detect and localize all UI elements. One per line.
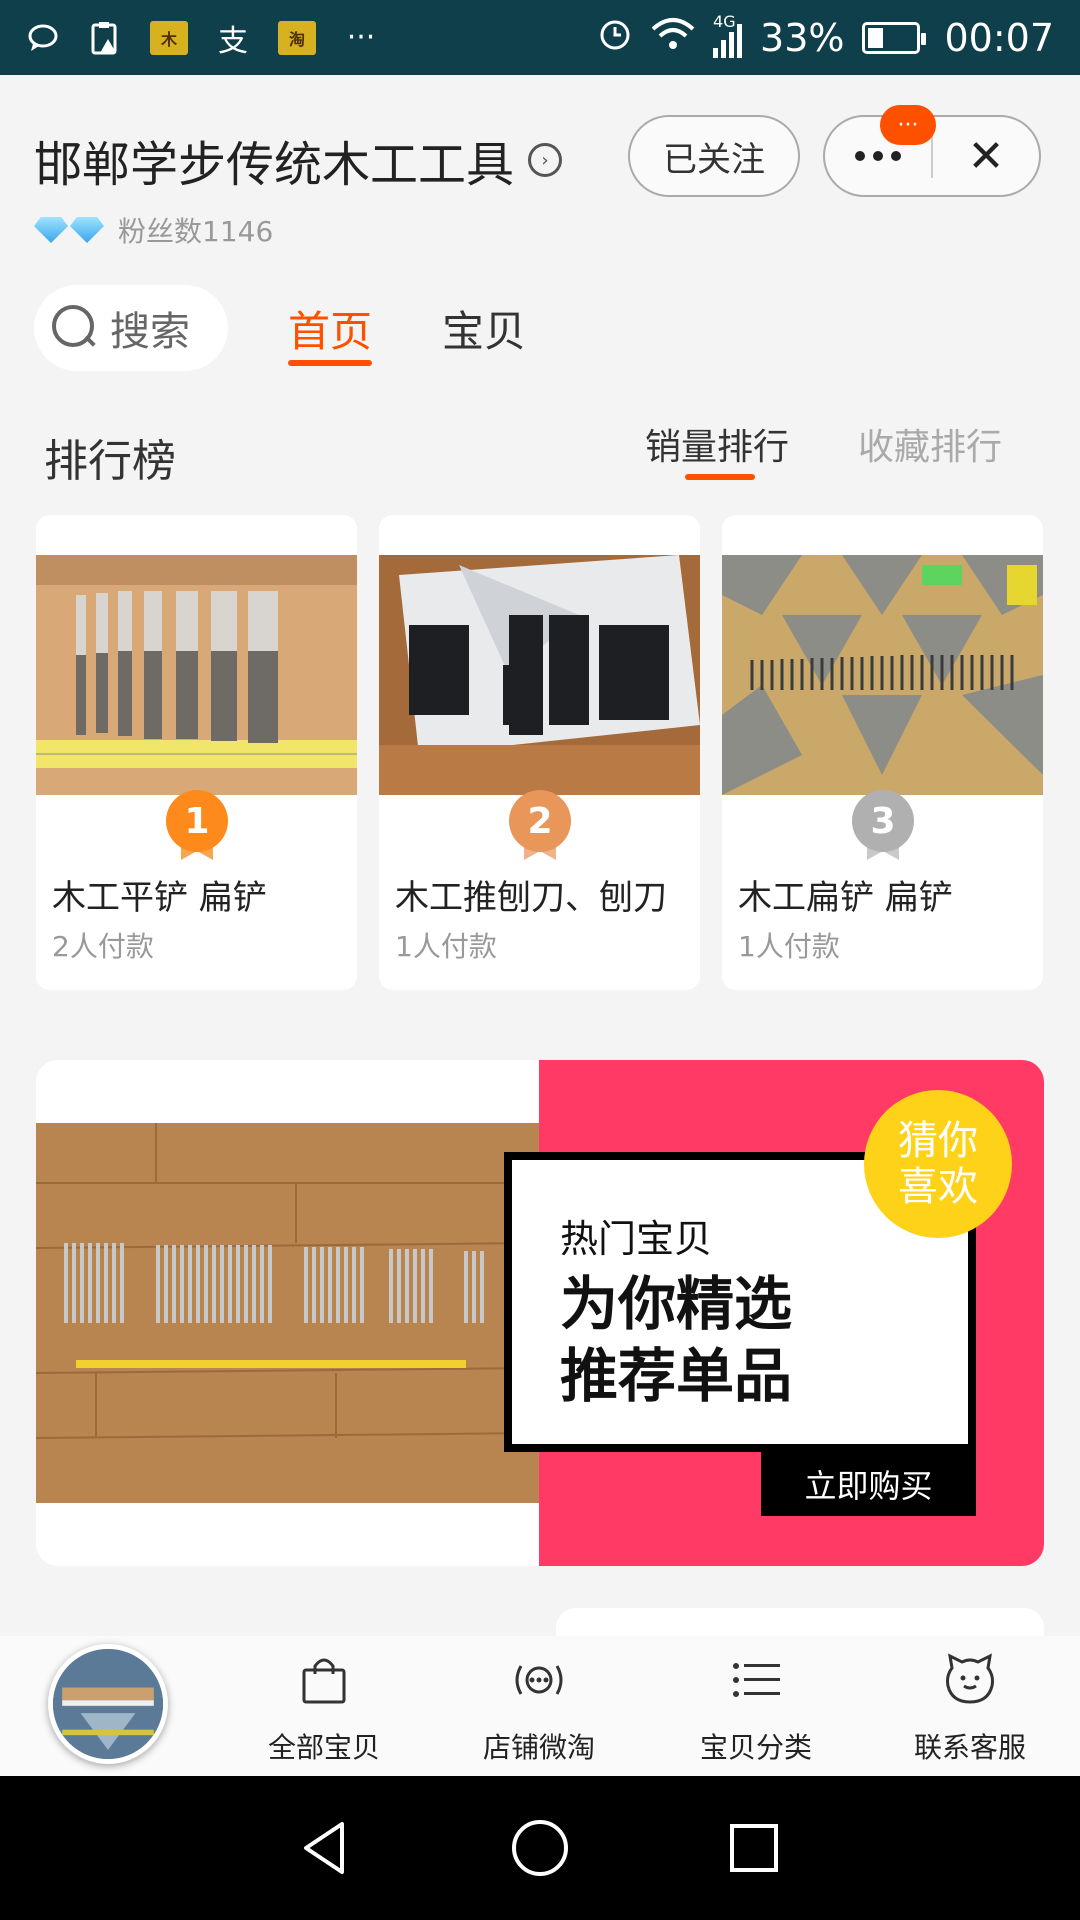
banner-image (36, 1123, 539, 1503)
recents-icon[interactable] (722, 1816, 786, 1880)
active-tab-indicator (685, 474, 755, 480)
shop-avatar[interactable] (48, 1644, 168, 1764)
shop-nav: 搜索 首页 宝贝 (0, 280, 1080, 380)
shop-header: 邯郸学步传统木工工具 › 粉丝数1146 已关注 ✕ ··· (0, 75, 1080, 255)
chevron-right-circle-icon[interactable]: › (528, 143, 563, 177)
close-button[interactable]: ✕ (933, 131, 1039, 182)
battery-icon (862, 21, 927, 54)
signal-icon: 4G (713, 12, 743, 58)
product-name: 木工扁铲 扁铲 (738, 878, 953, 918)
rank-medal: 3 (852, 790, 914, 860)
product-name: 木工平铲 扁铲 (52, 878, 267, 918)
tab-items[interactable]: 宝贝 (442, 298, 526, 359)
rank-number: 2 (509, 790, 571, 852)
toolbar-categories[interactable]: 宝贝分类 (676, 1652, 836, 1766)
system-nav-bar (0, 1776, 1080, 1920)
toolbar-weitao[interactable]: 店铺微淘 (459, 1652, 619, 1766)
banner-subtitle: 热门宝贝 (560, 1217, 713, 1261)
toolbar-all-items[interactable]: 全部宝贝 (244, 1652, 404, 1766)
ranking-list: 1 木工平铲 扁铲 2人付款 2 木工推刨刀、刨刀 1人付款 3 木工扁铲 扁铲… (36, 515, 1044, 990)
more-notifications-icon: ··· (346, 20, 376, 55)
search-icon (50, 303, 100, 353)
back-icon[interactable] (294, 1816, 358, 1880)
shop-rating-diamonds (34, 217, 104, 243)
buy-now-button[interactable]: 立即购买 (761, 1452, 976, 1516)
chat-icon (26, 21, 60, 55)
rank-number: 3 (852, 790, 914, 852)
wifi-icon (651, 16, 695, 60)
battery-percent: 33% (760, 15, 845, 60)
toolbar-label: 店铺微淘 (482, 1731, 595, 1764)
broadcast-icon (511, 1652, 567, 1708)
chat-face-icon (942, 1652, 998, 1708)
rank-medal: 1 (166, 790, 228, 860)
banner-title: 为你精选 推荐单品 (560, 1270, 793, 1410)
product-image (36, 555, 357, 795)
tab-home[interactable]: 首页 (288, 298, 373, 366)
tab-sales-ranking[interactable]: 销量排行 (645, 418, 789, 480)
product-sales: 1人付款 (395, 930, 497, 963)
shop-meta: 粉丝数1146 (34, 210, 273, 250)
taobao-app-icon: 淘 (278, 20, 316, 55)
shopping-bag-icon (296, 1652, 352, 1708)
rank-medal: 2 (509, 790, 571, 860)
toolbar-label: 宝贝分类 (699, 1731, 812, 1764)
product-name: 木工推刨刀、刨刀 (395, 878, 667, 918)
diamond-icon (70, 217, 104, 243)
toolbar-customer-service[interactable]: 联系客服 (890, 1652, 1050, 1766)
ranking-card[interactable]: 1 木工平铲 扁铲 2人付款 (36, 515, 357, 990)
tab-favorites-ranking[interactable]: 收藏排行 (858, 418, 1002, 470)
list-icon (728, 1652, 784, 1708)
clipboard-alert-icon (88, 21, 122, 55)
ranking-card[interactable]: 3 木工扁铲 扁铲 1人付款 (722, 515, 1043, 990)
diamond-icon (34, 217, 68, 243)
rank-number: 1 (166, 790, 228, 852)
more-options-button[interactable] (825, 151, 931, 161)
product-sales: 1人付款 (738, 930, 840, 963)
search-label: 搜索 (110, 309, 190, 355)
alarm-icon (597, 15, 633, 60)
shop-title[interactable]: 邯郸学步传统木工工具 › (34, 125, 563, 195)
product-image (379, 555, 700, 795)
follow-button[interactable]: 已关注 (628, 115, 800, 197)
fans-count: 粉丝数1146 (118, 215, 274, 248)
bottom-toolbar: 全部宝贝 店铺微淘 宝贝分类 联系客服 (0, 1636, 1080, 1776)
ranking-title: 排行榜 (44, 436, 176, 487)
ranking-card[interactable]: 2 木工推刨刀、刨刀 1人付款 (379, 515, 700, 990)
promo-banner[interactable]: 热门宝贝 为你精选 推荐单品 猜你喜欢 立即购买 (36, 1060, 1044, 1566)
clock: 00:07 (944, 15, 1054, 60)
shop-name: 邯郸学步传统木工工具 (34, 137, 515, 193)
product-image (722, 555, 1043, 795)
active-tab-indicator (288, 360, 373, 366)
status-bar: 木 支 淘 ··· 4G 33% 00:07 (0, 0, 1080, 75)
toolbar-label: 联系客服 (913, 1731, 1026, 1764)
notification-badge[interactable]: ··· (880, 105, 936, 145)
product-sales: 2人付款 (52, 930, 154, 963)
shop-app-icon: 木 (150, 20, 188, 55)
alipay-icon: 支 (218, 23, 248, 59)
toolbar-label: 全部宝贝 (267, 1731, 380, 1764)
search-button[interactable]: 搜索 (34, 285, 228, 371)
guess-you-like-badge: 猜你喜欢 (864, 1090, 1012, 1238)
home-icon[interactable] (508, 1816, 572, 1880)
